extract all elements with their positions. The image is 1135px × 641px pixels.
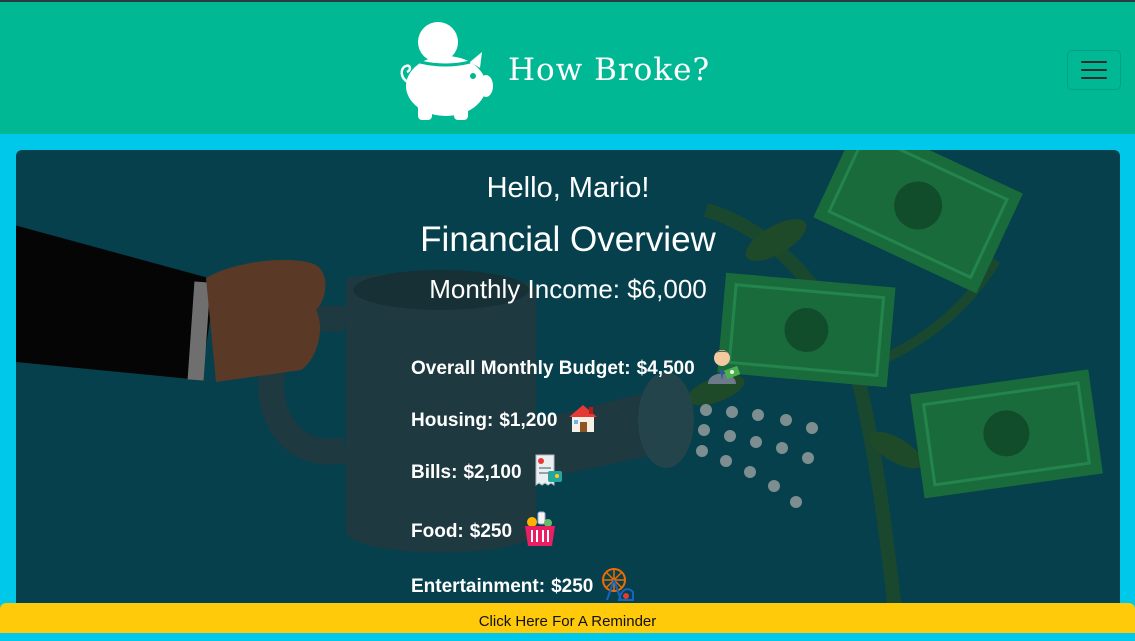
grocery-basket-icon [522,510,558,554]
budget-row-entertainment: Entertainment: $250 [411,566,635,608]
budget-row-overall: Overall Monthly Budget: $4,500 [411,348,741,390]
reminder-button[interactable]: Click Here For A Reminder [0,603,1135,633]
budget-label: Bills: [411,462,458,483]
menu-toggle-button[interactable] [1067,50,1121,90]
top-navbar: How Broke? [0,0,1135,134]
house-icon [567,402,599,440]
budget-row-food: Food: $250 [411,510,558,554]
piggy-bank-logo-icon [400,22,493,120]
budget-row-bills: Bills: $2,100 [411,453,564,493]
brand-name: How Broke? [508,52,711,88]
brand[interactable]: How Broke? [398,18,710,122]
monthly-income: Monthly Income: $6,000 [429,274,707,304]
budget-label: Housing: [411,410,494,431]
receipt-icon [532,453,564,493]
hamburger-line [1081,61,1107,63]
greeting-text: Hello, Mario! [486,172,650,204]
ferris-wheel-icon [599,566,635,608]
budget-value: $250 [551,576,594,597]
budget-label: Entertainment: [411,576,546,597]
page-title: Financial Overview [420,220,716,259]
overview-card: Hello, Mario! Financial Overview Monthly… [16,150,1120,620]
budget-value: $2,100 [463,462,522,483]
budget-value: $250 [469,521,513,542]
hamburger-line [1081,77,1107,79]
budget-label: Overall Monthly Budget: [411,358,631,379]
budget-row-housing: Housing: $1,200 [411,402,599,440]
budget-value: $4,500 [636,358,695,379]
budget-value: $1,200 [499,410,558,431]
budget-label: Food: [411,521,464,542]
businessman-money-icon [705,348,741,390]
hamburger-line [1081,69,1107,71]
